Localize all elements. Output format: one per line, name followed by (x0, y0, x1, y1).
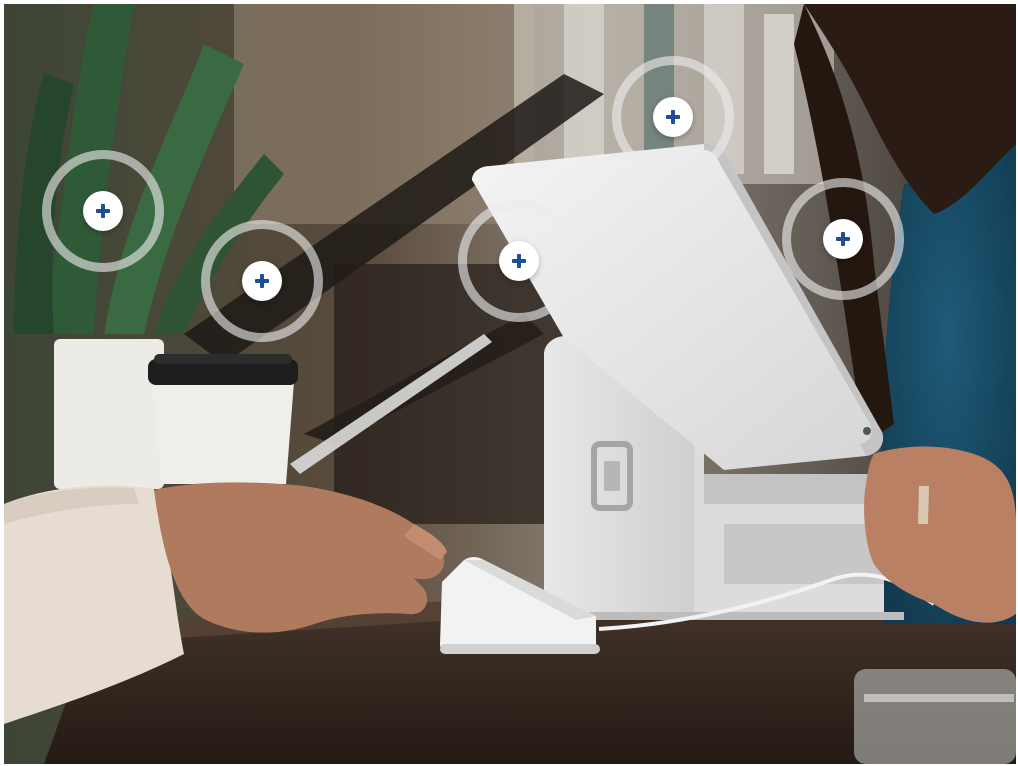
hotspot-tablet-screen[interactable] (458, 200, 580, 322)
plus-icon (512, 254, 526, 268)
hotspot-tablet-top[interactable] (612, 56, 734, 178)
product-photo (4, 4, 1016, 764)
plus-icon (836, 232, 850, 246)
hotspot-coffee-cup[interactable] (201, 220, 323, 342)
plus-icon (96, 204, 110, 218)
photo-illustration (4, 4, 1016, 764)
hotspot-customer-side[interactable] (782, 178, 904, 300)
plus-icon (666, 110, 680, 124)
hotspot-plant[interactable] (42, 150, 164, 272)
plus-icon (255, 274, 269, 288)
